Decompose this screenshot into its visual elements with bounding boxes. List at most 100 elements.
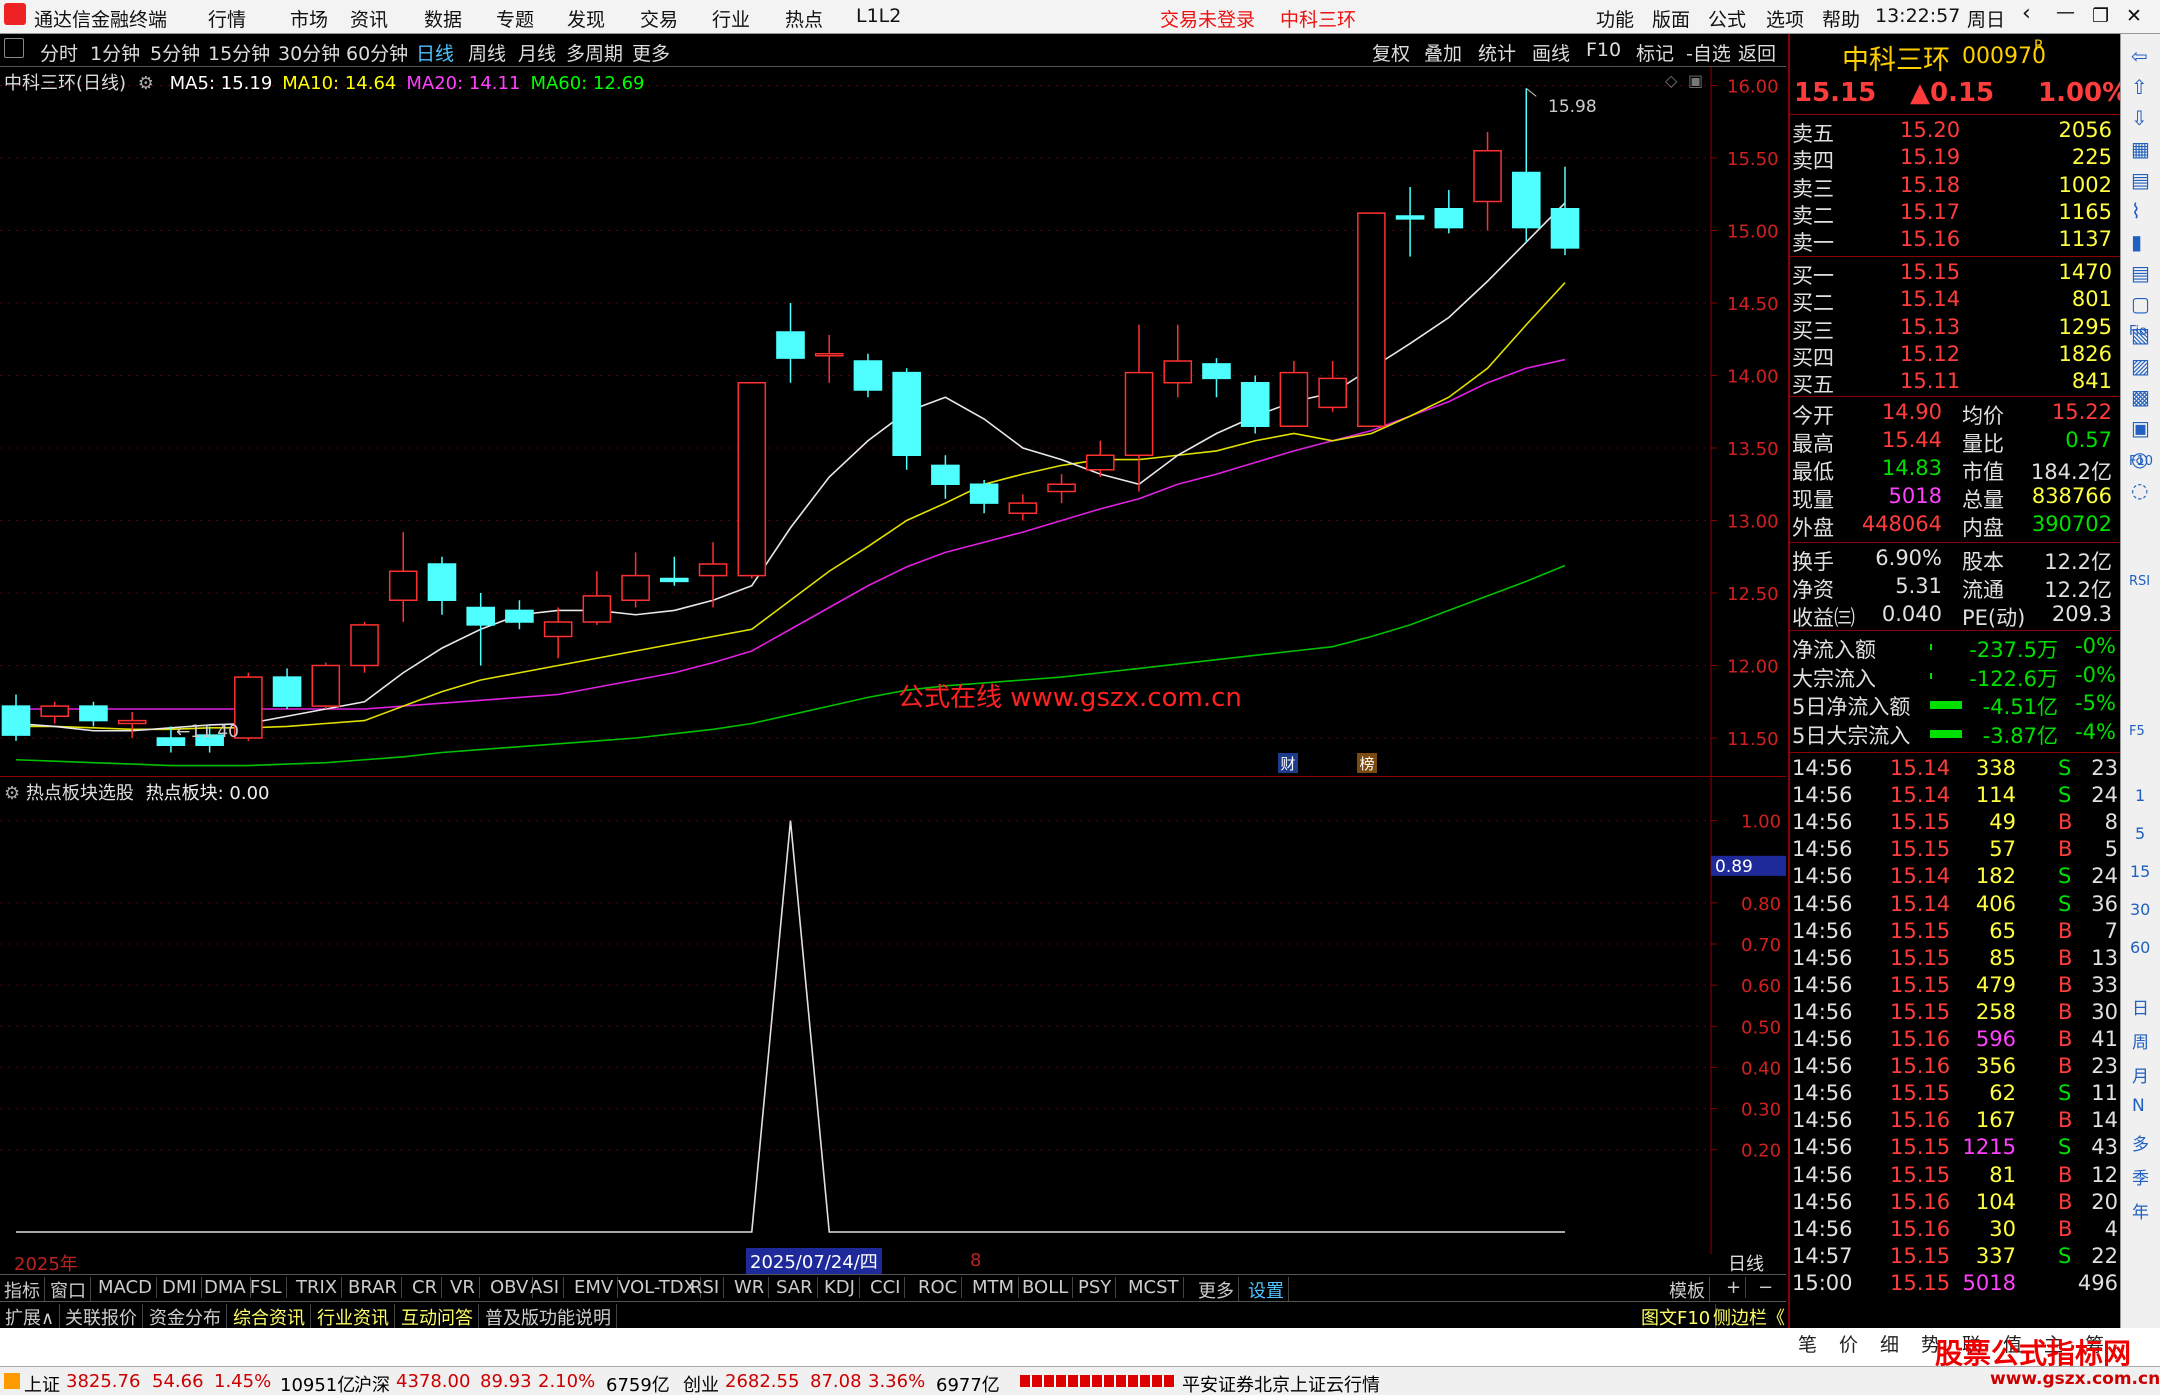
indicator-tab-23[interactable]: MCST bbox=[1124, 1277, 1184, 1298]
sidebar-text-2[interactable]: RSI bbox=[2129, 574, 2150, 589]
candle[interactable] bbox=[388, 532, 418, 622]
menu-6[interactable]: 交易 bbox=[640, 5, 678, 32]
period-6[interactable]: 日线 bbox=[416, 39, 454, 66]
sidebar-tool-icon[interactable]: ⇩ bbox=[2131, 106, 2148, 130]
sidebar-tool-icon[interactable]: ▩ bbox=[2131, 385, 2150, 409]
sidebar-period-4[interactable]: 多 bbox=[2132, 1130, 2149, 1155]
candle[interactable] bbox=[1473, 131, 1502, 231]
candle[interactable] bbox=[776, 303, 805, 383]
period-4[interactable]: 30分钟 bbox=[278, 39, 340, 66]
period-7[interactable]: 周线 bbox=[468, 39, 506, 66]
sh-label[interactable]: 上证 bbox=[24, 1371, 60, 1395]
bottom-tab-5[interactable]: 互动问答 bbox=[396, 1304, 479, 1330]
candle[interactable] bbox=[1511, 88, 1541, 243]
indicator-tab-24[interactable]: 更多 bbox=[1194, 1277, 1239, 1303]
f10-button[interactable]: 图文F10 bbox=[1636, 1304, 1717, 1330]
main-chart[interactable]: 16.00 15.50 15.00 14.50 14.00 13.50 13.00 12.50… bbox=[0, 67, 1786, 777]
indicator-tab-17[interactable]: KDJ bbox=[820, 1277, 860, 1298]
candle[interactable] bbox=[737, 382, 767, 579]
sidebar-period-2[interactable]: 月 bbox=[2132, 1062, 2149, 1087]
candle[interactable] bbox=[1124, 324, 1154, 492]
menu-4[interactable]: 专题 bbox=[496, 5, 534, 32]
indicator-tab-15[interactable]: WR bbox=[730, 1277, 770, 1298]
sidebar-period-1[interactable]: 周 bbox=[2132, 1028, 2149, 1053]
candle[interactable] bbox=[931, 455, 960, 499]
bottom-tab-6[interactable]: 普及版功能说明 bbox=[480, 1304, 617, 1330]
menu-5[interactable]: 发现 bbox=[567, 5, 605, 32]
sidebar-text-0[interactable]: Fio bbox=[2129, 324, 2147, 339]
sidebar-tool-icon[interactable]: ⇧ bbox=[2131, 75, 2148, 99]
sidebar-tool-icon[interactable]: ⌇ bbox=[2131, 199, 2141, 223]
tool-5[interactable]: 标记 bbox=[1636, 39, 1674, 66]
indicator-tab-20[interactable]: MTM bbox=[968, 1277, 1020, 1298]
candle[interactable] bbox=[1318, 361, 1347, 412]
indicator-tab-19[interactable]: ROC bbox=[914, 1277, 963, 1298]
kline-svg[interactable]: 16.00 15.50 15.00 14.50 14.00 13.50 13.00 12.50… bbox=[0, 67, 1786, 777]
indicator-tab-14[interactable]: RSI bbox=[686, 1277, 725, 1298]
sidebar-min-15[interactable]: 15 bbox=[2130, 862, 2150, 881]
quote-tab-0[interactable]: 笔 bbox=[1798, 1330, 1817, 1357]
candle[interactable] bbox=[892, 368, 921, 470]
sz-label[interactable]: 沪深 bbox=[354, 1371, 390, 1395]
server-label[interactable]: 平安证券北京上证云行情 bbox=[1182, 1371, 1380, 1395]
candle[interactable] bbox=[505, 600, 534, 630]
candle[interactable] bbox=[660, 556, 689, 586]
restore-icon[interactable]: ❐ bbox=[2092, 5, 2109, 27]
sidebar-tool-icon[interactable]: ▦ bbox=[2131, 137, 2150, 161]
sidebar-tool-icon[interactable]: ▢ bbox=[2131, 292, 2150, 316]
indicator-tab-0[interactable]: 指标 bbox=[0, 1277, 45, 1303]
candle[interactable] bbox=[466, 593, 496, 666]
indicator-tab-1[interactable]: 窗口 bbox=[46, 1277, 91, 1303]
candle[interactable] bbox=[1202, 358, 1231, 398]
tool-7[interactable]: 返回 bbox=[1738, 39, 1776, 66]
indicator-chart[interactable]: 1.00 0.89 0.80 0.70 0.60 0.50 0.40 0.30 0.20 ⚙ 热… bbox=[0, 777, 1786, 1254]
candle[interactable] bbox=[272, 668, 302, 709]
candle[interactable] bbox=[1357, 212, 1386, 427]
candle[interactable] bbox=[79, 701, 108, 727]
menu-2[interactable]: 资讯 bbox=[350, 5, 388, 32]
period-3[interactable]: 15分钟 bbox=[208, 39, 270, 66]
indicator-tab-21[interactable]: BOLL bbox=[1018, 1277, 1074, 1298]
indicator-tab-4[interactable]: DMA bbox=[200, 1277, 251, 1298]
candle[interactable] bbox=[543, 607, 573, 659]
minimize-icon[interactable]: — bbox=[2056, 1, 2075, 23]
panel-icon[interactable]: ▣ bbox=[1688, 71, 1703, 90]
candle[interactable] bbox=[582, 571, 612, 625]
candle[interactable] bbox=[621, 552, 650, 608]
cy-label[interactable]: 创业 bbox=[683, 1371, 719, 1395]
candle[interactable] bbox=[1047, 474, 1076, 504]
right-menu-3[interactable]: 选项 bbox=[1766, 5, 1804, 32]
quote-tab-2[interactable]: 细 bbox=[1880, 1330, 1899, 1357]
bottom-tab-0[interactable]: 扩展∧ bbox=[0, 1304, 61, 1330]
sidebar-period-6[interactable]: 年 bbox=[2132, 1198, 2149, 1223]
candle[interactable] bbox=[1008, 494, 1038, 521]
right-menu-1[interactable]: 版面 bbox=[1652, 5, 1690, 32]
sidebar-period-0[interactable]: 日 bbox=[2132, 994, 2149, 1019]
period-8[interactable]: 月线 bbox=[518, 39, 556, 66]
tool-1[interactable]: 叠加 bbox=[1424, 39, 1462, 66]
period-1[interactable]: 1分钟 bbox=[90, 39, 140, 66]
quote-tab-1[interactable]: 价 bbox=[1839, 1330, 1858, 1357]
right-menu-4[interactable]: 帮助 bbox=[1822, 5, 1860, 32]
menu-9[interactable]: L1L2 bbox=[856, 5, 901, 27]
sidebar-period-5[interactable]: 季 bbox=[2132, 1164, 2149, 1189]
sidebar-text-3[interactable]: F5 bbox=[2129, 724, 2145, 739]
indicator-tab-3[interactable]: DMI bbox=[158, 1277, 202, 1298]
back-icon[interactable]: ‹ bbox=[2022, 1, 2031, 26]
indicator-tab-8[interactable]: CR bbox=[408, 1277, 443, 1298]
sidebar-min-30[interactable]: 30 bbox=[2130, 900, 2150, 919]
candle[interactable] bbox=[698, 542, 728, 608]
indicator-tab-6[interactable]: TRIX bbox=[292, 1277, 343, 1298]
indicator-tab-11[interactable]: ASI bbox=[526, 1277, 565, 1298]
menu-8[interactable]: 热点 bbox=[785, 5, 823, 32]
x-period[interactable]: 日线 bbox=[1728, 1250, 1764, 1276]
indicator-tab-9[interactable]: VR bbox=[446, 1277, 480, 1298]
candle[interactable] bbox=[350, 622, 379, 673]
template-tab[interactable]: 模板 bbox=[1665, 1277, 1710, 1303]
candle[interactable] bbox=[1550, 166, 1580, 256]
tool-0[interactable]: 复权 bbox=[1372, 39, 1410, 66]
sidebar-tool-icon[interactable]: ◌ bbox=[2131, 478, 2148, 502]
candle[interactable] bbox=[853, 353, 883, 398]
indicator-tab-18[interactable]: CCI bbox=[866, 1277, 906, 1298]
candle[interactable] bbox=[814, 334, 844, 383]
